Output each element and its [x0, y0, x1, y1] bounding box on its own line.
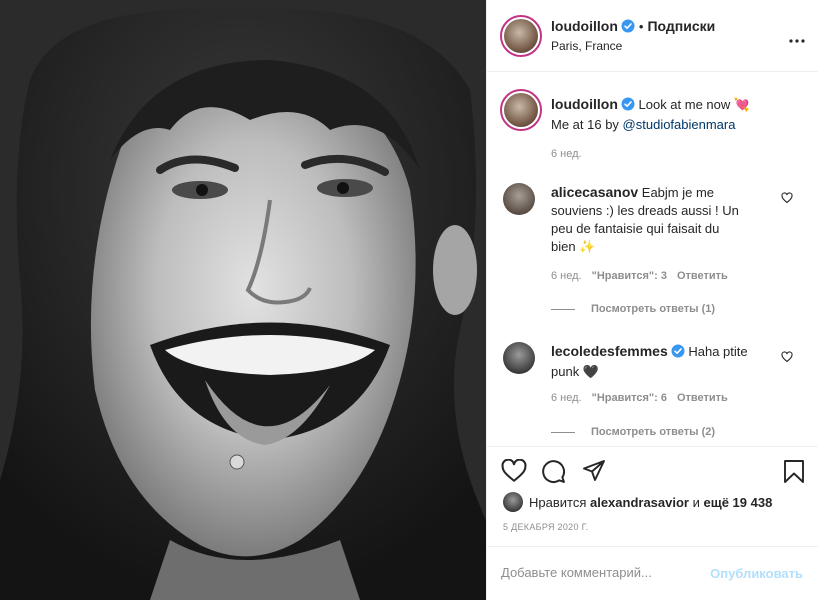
comment-likes-count[interactable]: "Нравится": 3	[592, 270, 667, 282]
comment-avatar[interactable]	[503, 183, 535, 215]
view-replies-label: Посмотреть ответы (2)	[591, 426, 716, 438]
replies-divider	[551, 308, 575, 310]
add-comment-bar: Опубликовать	[487, 546, 818, 600]
post-side-panel: loudoillon • Подписки Paris, France loudoi…	[486, 0, 818, 600]
verified-badge-icon	[621, 97, 635, 116]
caption-username[interactable]: loudoillon	[551, 96, 618, 112]
likes-prefix: Нравится	[529, 495, 590, 510]
author-avatar[interactable]	[500, 15, 542, 57]
author-username[interactable]: loudoillon	[551, 18, 618, 34]
comment-text-2: souviens :) les dreads aussi ! Un	[551, 203, 739, 218]
caption-avatar[interactable]	[500, 89, 542, 131]
send-icon[interactable]	[582, 459, 606, 486]
post-photo[interactable]	[0, 0, 486, 600]
verified-badge-icon	[671, 344, 685, 363]
following-button[interactable]: Подписки	[647, 18, 715, 34]
comment-like-heart-icon[interactable]	[781, 192, 793, 207]
caption-text-2: Me at 16 by	[551, 117, 623, 132]
mention-link[interactable]: @studiofabienmara	[623, 117, 736, 132]
reply-button[interactable]: Ответить	[677, 270, 728, 282]
heart-icon[interactable]	[501, 458, 527, 486]
comment-age: 6 нед.	[551, 270, 582, 282]
likes-summary[interactable]: Нравится alexandrasavior и ещё 19 438	[503, 492, 772, 512]
post-location[interactable]: Paris, France	[551, 39, 622, 53]
action-bar	[487, 446, 818, 496]
view-replies-button[interactable]: Посмотреть ответы (2)	[551, 426, 715, 438]
view-replies-label: Посмотреть ответы (1)	[591, 303, 716, 315]
comment-likes-count[interactable]: "Нравится": 6	[592, 392, 667, 404]
replies-divider	[551, 431, 575, 433]
comment-username[interactable]: lecoledesfemmes	[551, 343, 668, 359]
more-options-icon[interactable]	[789, 27, 805, 48]
likes-middle: и	[689, 495, 704, 510]
publish-button[interactable]: Опубликовать	[710, 566, 803, 581]
comment-text-2: punk 🖤	[551, 364, 599, 379]
comment-text: Haha ptite	[684, 344, 748, 359]
liker-avatar	[503, 492, 523, 512]
comment-icon[interactable]	[541, 459, 566, 487]
bookmark-icon[interactable]	[783, 459, 805, 487]
post-header: loudoillon • Подписки Paris, France	[487, 0, 818, 72]
liker-username[interactable]: alexandrasavior	[590, 495, 689, 510]
comments-list[interactable]: loudoillon Look at me now 💘 Me at 16 by …	[487, 73, 818, 445]
view-replies-button[interactable]: Посмотреть ответы (1)	[551, 303, 715, 315]
comment-input[interactable]	[501, 565, 701, 580]
comment-username[interactable]: alicecasanov	[551, 184, 638, 200]
likes-count[interactable]: ещё 19 438	[704, 495, 773, 510]
caption-age: 6 нед.	[551, 148, 582, 160]
verified-badge-icon	[621, 19, 635, 36]
comment-age: 6 нед.	[551, 392, 582, 404]
reply-button[interactable]: Ответить	[677, 392, 728, 404]
caption-text: Look at me now 💘	[638, 97, 751, 112]
comment-avatar[interactable]	[503, 342, 535, 374]
portrait-image	[0, 0, 486, 600]
post-date: 5 декабря 2020 г.	[503, 522, 589, 532]
comment-text-4: bien ✨	[551, 239, 596, 254]
comment-text: Eabjm je me	[638, 185, 715, 200]
comment-like-heart-icon[interactable]	[781, 351, 793, 366]
header-separator: •	[638, 19, 644, 34]
comment-text-3: peu de fantaisie qui faisait du	[551, 221, 720, 236]
